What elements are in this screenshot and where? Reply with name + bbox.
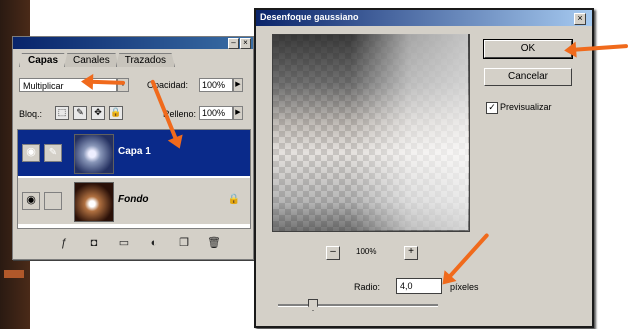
- radius-unit-label: píxeles: [450, 282, 479, 292]
- cancel-button[interactable]: Cancelar: [484, 68, 572, 86]
- panel-tabs: Capas Canales Trazados: [19, 53, 176, 67]
- lock-icon: 🔒: [227, 194, 240, 205]
- preview-checkbox[interactable]: ✓: [486, 102, 498, 114]
- zoom-out-button[interactable]: –: [326, 246, 340, 260]
- lock-all-icon[interactable]: 🔒: [109, 106, 123, 120]
- radius-label: Radio:: [354, 282, 381, 292]
- ok-button[interactable]: OK: [483, 39, 573, 59]
- trash-icon[interactable]: 🗑: [207, 237, 221, 249]
- fill-input[interactable]: 100%: [199, 106, 233, 120]
- adjustment-icon[interactable]: ◐: [147, 237, 161, 249]
- layer-row-capa-1[interactable]: ◉ ✎ Capa 1: [18, 130, 250, 176]
- lock-label: Bloq.:: [19, 109, 43, 119]
- layer-list: ◉ ✎ Capa 1 ◉ Fondo 🔒: [17, 129, 251, 229]
- layer-row-fondo[interactable]: ◉ Fondo 🔒: [18, 178, 250, 224]
- opacity-arrow-icon[interactable]: ▶: [233, 78, 243, 92]
- radius-slider-thumb[interactable]: [308, 299, 318, 311]
- lock-transparency-icon[interactable]: ⬚: [55, 106, 69, 120]
- radius-slider-track[interactable]: [278, 304, 438, 307]
- eye-icon[interactable]: ◉: [22, 192, 40, 210]
- mask-icon[interactable]: ◘: [87, 237, 101, 249]
- minimize-icon[interactable]: –: [228, 38, 239, 49]
- preview-label: Previsualizar: [500, 102, 552, 112]
- tab-capas[interactable]: Capas: [19, 53, 68, 67]
- lock-position-icon[interactable]: ✥: [91, 106, 105, 120]
- opacity-input[interactable]: 100%: [199, 78, 233, 92]
- dialog-title: Desenfoque gaussiano: [260, 12, 359, 22]
- link-slot-icon[interactable]: [44, 192, 62, 210]
- zoom-in-button[interactable]: +: [404, 246, 418, 260]
- close-icon[interactable]: ×: [240, 38, 251, 49]
- layer-thumbnail: [74, 134, 114, 174]
- lock-image-icon[interactable]: ✎: [73, 106, 87, 120]
- layer-toolbar: ƒ ◘ ▭ ◐ ❐ 🗑: [57, 237, 237, 251]
- layer-name: Fondo: [118, 194, 149, 205]
- fill-arrow-icon[interactable]: ▶: [233, 106, 243, 120]
- new-set-icon[interactable]: ▭: [117, 237, 131, 249]
- tab-trazados[interactable]: Trazados: [115, 53, 176, 67]
- new-layer-icon[interactable]: ❐: [177, 237, 191, 249]
- layer-style-icon[interactable]: ƒ: [57, 237, 71, 249]
- eye-icon[interactable]: ◉: [22, 144, 40, 162]
- layer-thumbnail: [74, 182, 114, 222]
- brush-icon[interactable]: ✎: [44, 144, 62, 162]
- zoom-level: 100%: [356, 247, 377, 256]
- radius-input[interactable]: 4,0: [396, 278, 442, 294]
- tab-canales[interactable]: Canales: [64, 53, 119, 67]
- dialog-titlebar[interactable]: Desenfoque gaussiano ×: [256, 10, 592, 26]
- preview-overlay: [272, 34, 468, 230]
- layer-name: Capa 1: [118, 146, 151, 157]
- layers-panel-titlebar[interactable]: – ×: [13, 37, 253, 49]
- annotation-arrow: [84, 79, 126, 85]
- close-icon[interactable]: ×: [574, 13, 586, 25]
- gaussian-blur-dialog: Desenfoque gaussiano × – 100% + OK Cance…: [254, 8, 594, 328]
- layers-panel: – × Capas Canales Trazados Multiplicar ▼…: [12, 36, 254, 260]
